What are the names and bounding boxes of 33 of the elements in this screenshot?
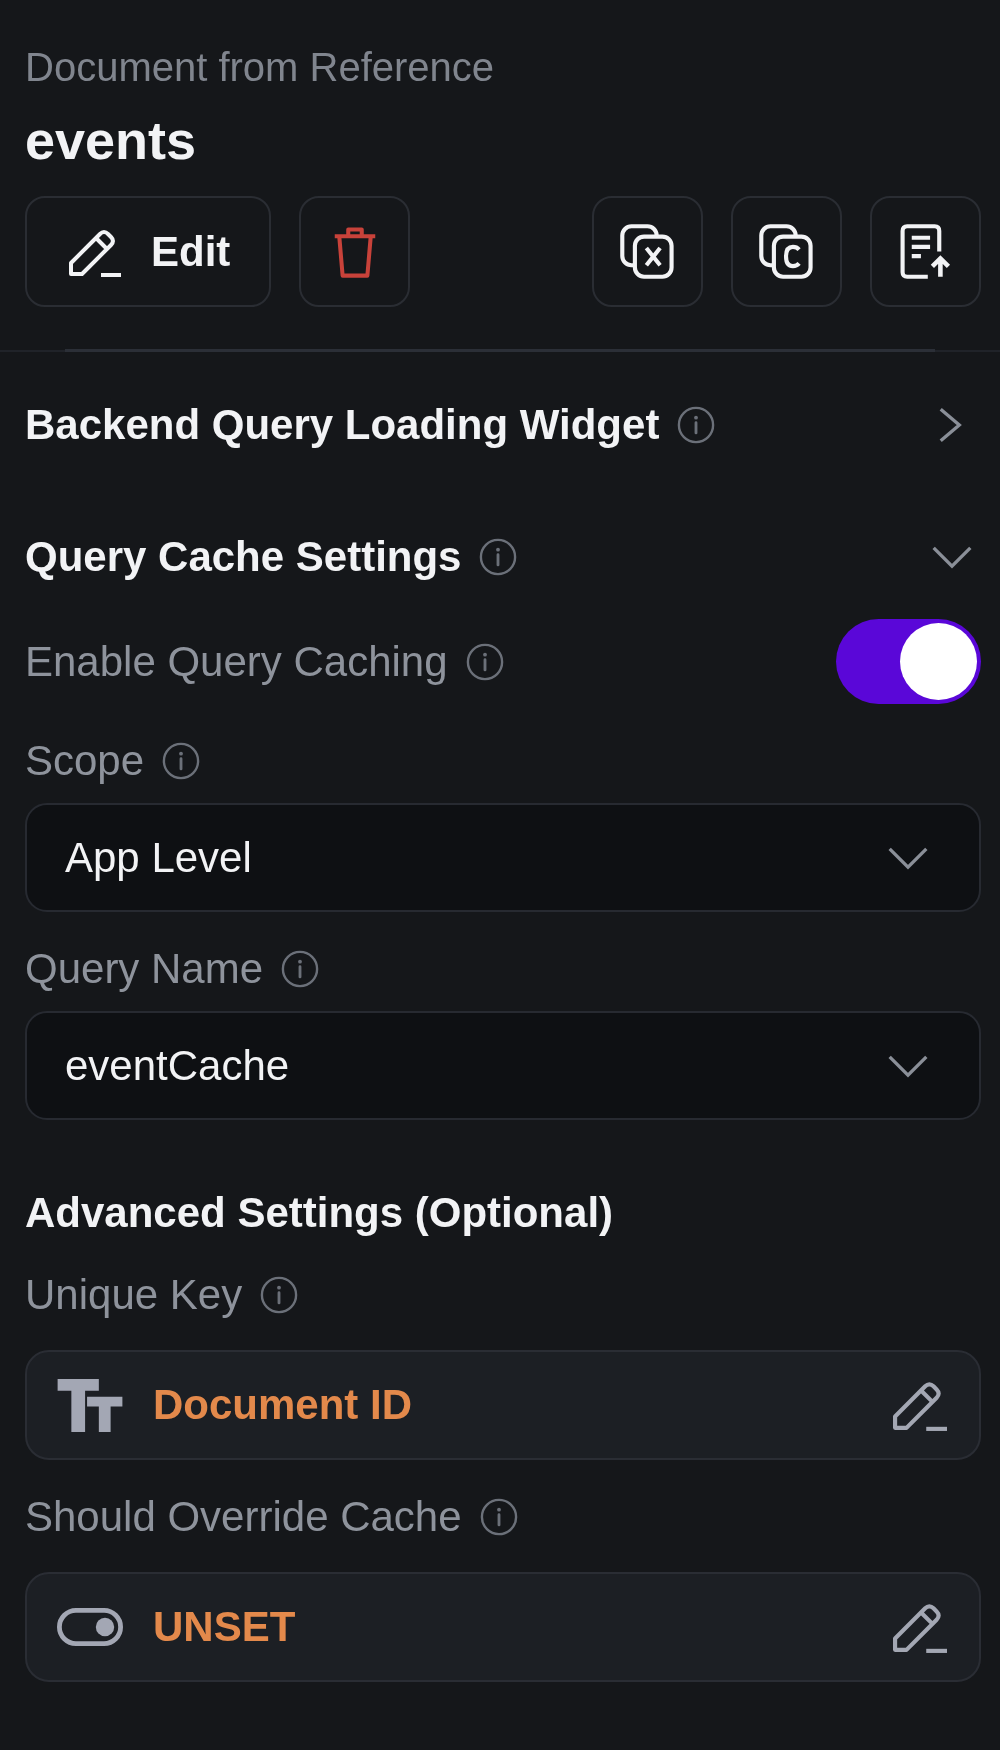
field-label: Scope — [25, 736, 145, 786]
copy-button[interactable] — [731, 196, 842, 307]
panel-title: events — [25, 110, 197, 170]
dropdown-field[interactable]: eventCache — [25, 1011, 981, 1120]
value-field[interactable]: UNSET — [25, 1572, 981, 1682]
section-title[interactable]: Backend Query Loading Widget — [25, 400, 660, 450]
stacked-x-icon — [620, 224, 675, 279]
export-button[interactable] — [870, 196, 981, 307]
info-icon[interactable] — [677, 406, 716, 444]
field-label: Enable Query Caching — [25, 636, 448, 687]
value-field[interactable]: Document ID — [25, 1350, 981, 1460]
section-title[interactable]: Query Cache Settings — [25, 532, 462, 582]
field-label: Should Override Cache — [25, 1492, 462, 1542]
info-icon[interactable] — [465, 642, 504, 681]
chevron-down-icon[interactable] — [930, 544, 974, 570]
info-icon[interactable] — [260, 1276, 299, 1314]
text-type-icon — [57, 1378, 123, 1432]
info-icon[interactable] — [281, 950, 320, 988]
edit-button[interactable]: Edit — [25, 196, 271, 307]
info-icon[interactable] — [479, 1498, 518, 1536]
info-icon[interactable] — [479, 538, 518, 576]
variable-button[interactable] — [592, 196, 703, 307]
toggle-outline-icon — [57, 1608, 123, 1646]
document-arrow-icon — [898, 224, 953, 279]
field-label: Unique Key — [25, 1270, 243, 1320]
panel-subtitle: Document from Reference — [25, 45, 495, 89]
dropdown-field[interactable]: App Level — [25, 803, 981, 912]
stacked-c-icon — [759, 224, 814, 279]
field-label: Query Name — [25, 944, 264, 994]
subsection-heading: Advanced Settings (Optional) — [25, 1188, 614, 1238]
chevron-right-icon[interactable] — [937, 406, 963, 444]
delete-button[interactable] — [299, 196, 410, 307]
info-icon[interactable] — [162, 742, 201, 780]
